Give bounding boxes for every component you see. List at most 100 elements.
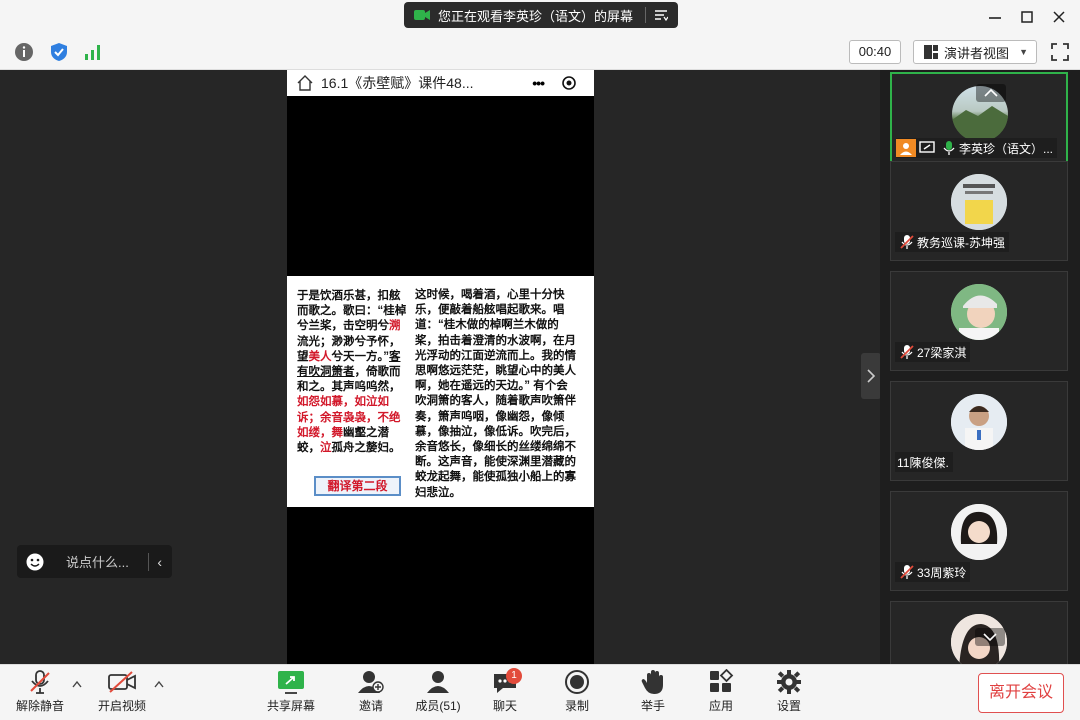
- hand-icon: [641, 670, 663, 694]
- layout-icon: [924, 45, 938, 59]
- bottom-toolbar: 解除静音 开启视频 共享屏幕 邀请 成员(51) 聊天 1 录制 举手 应用 设…: [0, 664, 1080, 720]
- participants-panel: 李英珍（语文）... 教务巡课-苏坤强 27梁家淇 11陳俊傑. 33周紫玲: [880, 70, 1080, 664]
- chevron-left-icon[interactable]: ‹: [157, 554, 162, 570]
- record-button[interactable]: 录制: [560, 669, 594, 719]
- participant-name: 11陳俊傑.: [897, 455, 949, 470]
- info-icon[interactable]: [14, 42, 34, 62]
- participant-label: 教务巡课-苏坤强: [895, 232, 1009, 252]
- members-button[interactable]: 成员(51): [412, 669, 464, 719]
- target-icon[interactable]: [562, 76, 576, 90]
- menu-icon[interactable]: [654, 8, 668, 22]
- participant-tile[interactable]: 教务巡课-苏坤强: [890, 161, 1068, 261]
- settings-button[interactable]: 设置: [772, 669, 806, 719]
- expand-panel-handle[interactable]: [861, 353, 881, 399]
- chat-input[interactable]: 说点什么... ‹: [17, 545, 172, 578]
- security-shield-icon[interactable]: [49, 42, 69, 62]
- apps-button[interactable]: 应用: [704, 669, 738, 719]
- maximize-icon: [1021, 11, 1033, 23]
- host-icon: [896, 139, 916, 157]
- audio-options-caret-icon[interactable]: [72, 679, 82, 691]
- share-screen-icon: [278, 671, 304, 694]
- minimize-icon: [989, 17, 1001, 19]
- slide-header: 16.1《赤壁赋》课件48... •••: [287, 70, 594, 96]
- participant-label: 33周紫玲: [895, 562, 971, 582]
- speaker-view-dropdown[interactable]: 演讲者视图 ▼: [913, 40, 1037, 64]
- invite-button[interactable]: 邀请: [352, 669, 390, 719]
- participant-tile[interactable]: [890, 601, 1068, 664]
- video-off-icon: [108, 671, 136, 693]
- scroll-down-button[interactable]: [975, 628, 1005, 646]
- share-screen-button[interactable]: 共享屏幕: [264, 669, 318, 719]
- muted-microphone-icon: [30, 670, 50, 694]
- apps-grid-icon: [710, 669, 734, 692]
- chevron-down-icon: ▼: [1019, 47, 1028, 57]
- raise-hand-button[interactable]: 举手: [636, 669, 670, 719]
- close-button[interactable]: [1050, 8, 1068, 26]
- meeting-timer: 00:40: [849, 40, 901, 64]
- title-bar: 您正在观看李英珍（语文）的屏幕: [0, 0, 1080, 34]
- participant-tile[interactable]: 27梁家淇: [890, 271, 1068, 371]
- meeting-window: 您正在观看李英珍（语文）的屏幕 00:40 演讲者视图 ▼ 16.1《赤壁赋》课…: [0, 0, 1080, 720]
- unmute-label: 解除静音: [15, 699, 64, 713]
- emoji-icon[interactable]: [26, 553, 44, 571]
- record-label: 录制: [564, 699, 589, 713]
- participant-tile[interactable]: 李英珍（语文）...: [890, 72, 1068, 172]
- participant-label: 李英珍（语文）...: [896, 138, 1058, 158]
- video-camera-icon: [414, 10, 430, 20]
- fullscreen-icon[interactable]: [1050, 42, 1070, 62]
- avatar: [951, 284, 1007, 340]
- top-toolbar: 00:40 演讲者视图 ▼: [0, 34, 1080, 70]
- chat-label: 聊天: [492, 699, 517, 713]
- participant-label: 27梁家淇: [895, 342, 971, 362]
- home-icon[interactable]: [297, 75, 313, 91]
- translate-paragraph-button[interactable]: 翻译第二段: [314, 476, 401, 496]
- add-person-icon: [358, 671, 384, 693]
- chevron-up-icon: [984, 88, 998, 97]
- share-screen-label: 共享屏幕: [266, 699, 315, 713]
- avatar: [951, 504, 1007, 560]
- close-icon: [1053, 11, 1065, 23]
- gear-icon: [777, 670, 801, 694]
- participant-tile[interactable]: 11陳俊傑.: [890, 381, 1068, 481]
- original-text: 于是饮酒乐甚，扣舷而歌之。歌曰：“桂棹兮兰桨，击空明兮溯流光；渺渺兮予怀，望美人…: [297, 290, 407, 455]
- share-banner-text: 您正在观看李英珍（语文）的屏幕: [438, 8, 634, 24]
- participant-label: 11陳俊傑.: [895, 452, 953, 472]
- view-label: 演讲者视图: [944, 45, 1010, 61]
- screen-share-icon: [919, 141, 935, 153]
- shared-slide: 16.1《赤壁赋》课件48... ••• 于是饮酒乐甚，扣舷而歌之。歌曰：“桂棹…: [287, 70, 594, 664]
- participant-tile[interactable]: 33周紫玲: [890, 491, 1068, 591]
- video-options-caret-icon[interactable]: [154, 679, 164, 691]
- participant-name: 教务巡课-苏坤强: [917, 235, 1005, 250]
- avatar: [951, 174, 1007, 230]
- screen-share-banner[interactable]: 您正在观看李英珍（语文）的屏幕: [404, 2, 678, 28]
- scroll-up-button[interactable]: [976, 84, 1006, 102]
- start-video-label: 开启视频: [97, 699, 146, 713]
- more-options-icon[interactable]: •••: [532, 75, 545, 91]
- slide-text-content: 于是饮酒乐甚，扣舷而歌之。歌曰：“桂棹兮兰桨，击空明兮溯流光；渺渺兮予怀，望美人…: [287, 276, 594, 507]
- raise-hand-label: 举手: [640, 699, 665, 713]
- participant-name: 27梁家淇: [917, 345, 967, 360]
- participant-name: 李英珍（语文）...: [959, 141, 1054, 156]
- settings-label: 设置: [776, 699, 801, 713]
- minimize-button[interactable]: [986, 8, 1004, 26]
- translation-text: 这时候，喝着酒，心里十分快乐，便敲着船舷唱起歌来。唱道：“桂木做的棹啊兰木做的桨…: [415, 289, 576, 499]
- chat-placeholder: 说点什么...: [66, 555, 129, 570]
- muted-microphone-icon: [900, 235, 914, 249]
- muted-microphone-icon: [900, 565, 914, 579]
- chevron-down-icon: [983, 633, 997, 642]
- microphone-icon: [943, 141, 955, 155]
- members-label: 成员(51): [415, 699, 461, 713]
- network-signal-icon[interactable]: [83, 42, 103, 62]
- chevron-right-icon: [867, 369, 876, 383]
- invite-label: 邀请: [358, 699, 383, 713]
- maximize-button[interactable]: [1018, 8, 1036, 26]
- avatar: [951, 394, 1007, 450]
- muted-microphone-icon: [900, 345, 914, 359]
- apps-label: 应用: [708, 699, 733, 713]
- leave-meeting-button[interactable]: 离开会议: [978, 673, 1064, 713]
- start-video-button[interactable]: 开启视频: [96, 669, 148, 719]
- unmute-button[interactable]: 解除静音: [14, 669, 66, 719]
- chat-unread-badge: 1: [506, 668, 522, 684]
- slide-title: 16.1《赤壁赋》课件48...: [321, 75, 474, 91]
- record-icon: [565, 670, 589, 694]
